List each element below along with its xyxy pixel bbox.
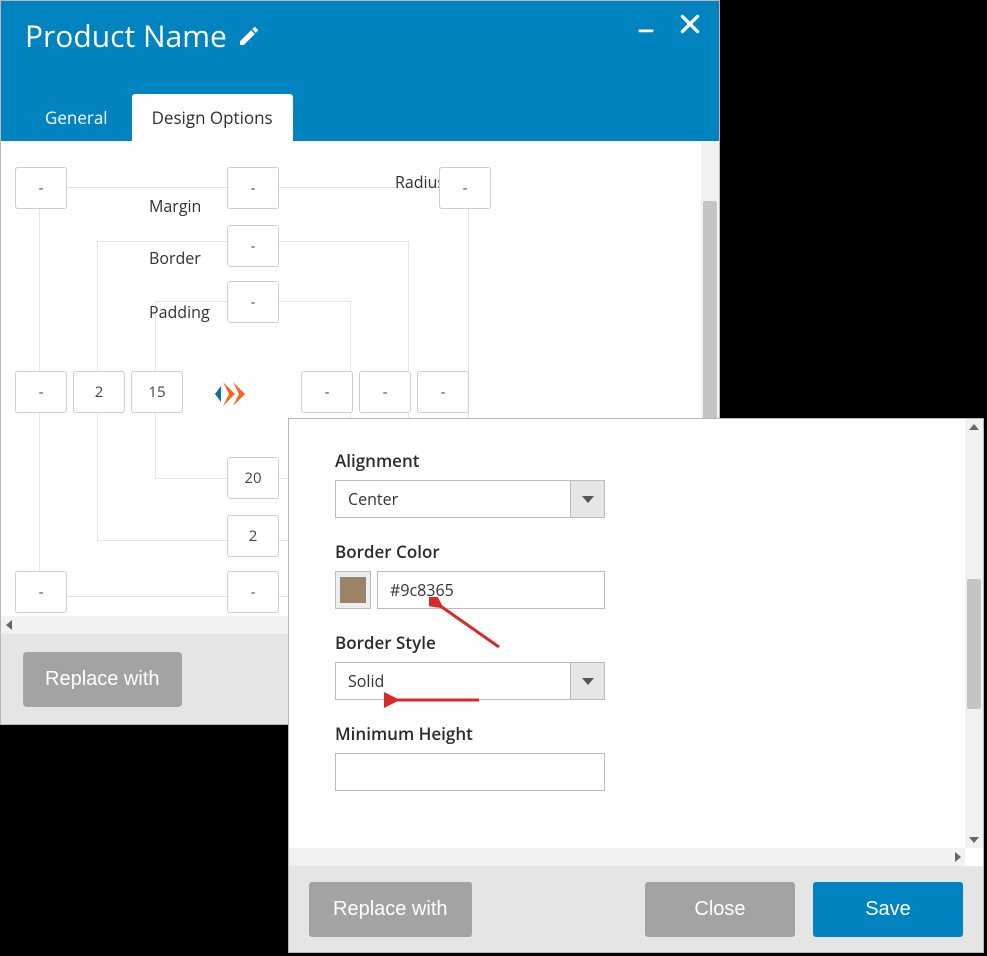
front-dialog: Alignment Center Border Color: [288, 418, 984, 953]
border-bottom-input[interactable]: 2: [227, 515, 279, 557]
replace-with-button[interactable]: Replace with: [309, 882, 472, 937]
alignment-select[interactable]: Center: [335, 480, 605, 518]
radius-label: Radius: [395, 171, 445, 193]
back-header: Product Name General Design Options: [1, 1, 719, 141]
border-left-input[interactable]: 2: [73, 371, 125, 413]
padding-left-input[interactable]: 15: [131, 371, 183, 413]
border-color-input[interactable]: [377, 571, 605, 609]
front-vertical-scrollbar[interactable]: [965, 419, 983, 848]
min-height-label: Minimum Height: [335, 722, 919, 745]
margin-top-input[interactable]: -: [227, 167, 279, 209]
margin-label: Margin: [149, 195, 201, 217]
padding-right-input[interactable]: -: [301, 371, 353, 413]
border-label: Border: [149, 247, 201, 269]
border-top-input[interactable]: -: [227, 225, 279, 267]
border-style-value: Solid: [335, 662, 571, 700]
border-right-input[interactable]: -: [359, 371, 411, 413]
margin-left-input[interactable]: -: [15, 371, 67, 413]
dialog-title: Product Name: [25, 15, 227, 56]
min-height-input[interactable]: [335, 753, 605, 791]
border-color-swatch[interactable]: [335, 571, 371, 609]
border-style-label: Border Style: [335, 631, 919, 654]
padding-label: Padding: [149, 301, 210, 323]
front-horizontal-scrollbar[interactable]: [289, 848, 965, 866]
close-icon[interactable]: [677, 11, 703, 37]
margin-bottom-left-radius[interactable]: -: [15, 571, 67, 613]
border-style-select[interactable]: Solid: [335, 662, 605, 700]
edit-icon[interactable]: [237, 24, 261, 48]
margin-top-left-radius[interactable]: -: [15, 167, 67, 209]
margin-bottom-input[interactable]: -: [227, 571, 279, 613]
padding-bottom-input[interactable]: 20: [227, 457, 279, 499]
content-placeholder-icon: [211, 376, 251, 412]
margin-right-input[interactable]: -: [417, 371, 469, 413]
alignment-label: Alignment: [335, 449, 919, 472]
close-button[interactable]: Close: [645, 882, 795, 937]
tab-general[interactable]: General: [25, 94, 128, 141]
alignment-value: Center: [335, 480, 571, 518]
chevron-down-icon[interactable]: [571, 662, 605, 700]
save-button[interactable]: Save: [813, 882, 963, 937]
replace-with-button[interactable]: Replace with: [23, 652, 182, 707]
minimize-icon[interactable]: [635, 13, 657, 35]
border-color-label: Border Color: [335, 540, 919, 563]
tab-design[interactable]: Design Options: [132, 94, 293, 141]
chevron-down-icon[interactable]: [571, 480, 605, 518]
front-footer: Replace with Close Save: [289, 866, 983, 952]
radius-top-right-input[interactable]: -: [439, 167, 491, 209]
padding-top-input[interactable]: -: [227, 281, 279, 323]
